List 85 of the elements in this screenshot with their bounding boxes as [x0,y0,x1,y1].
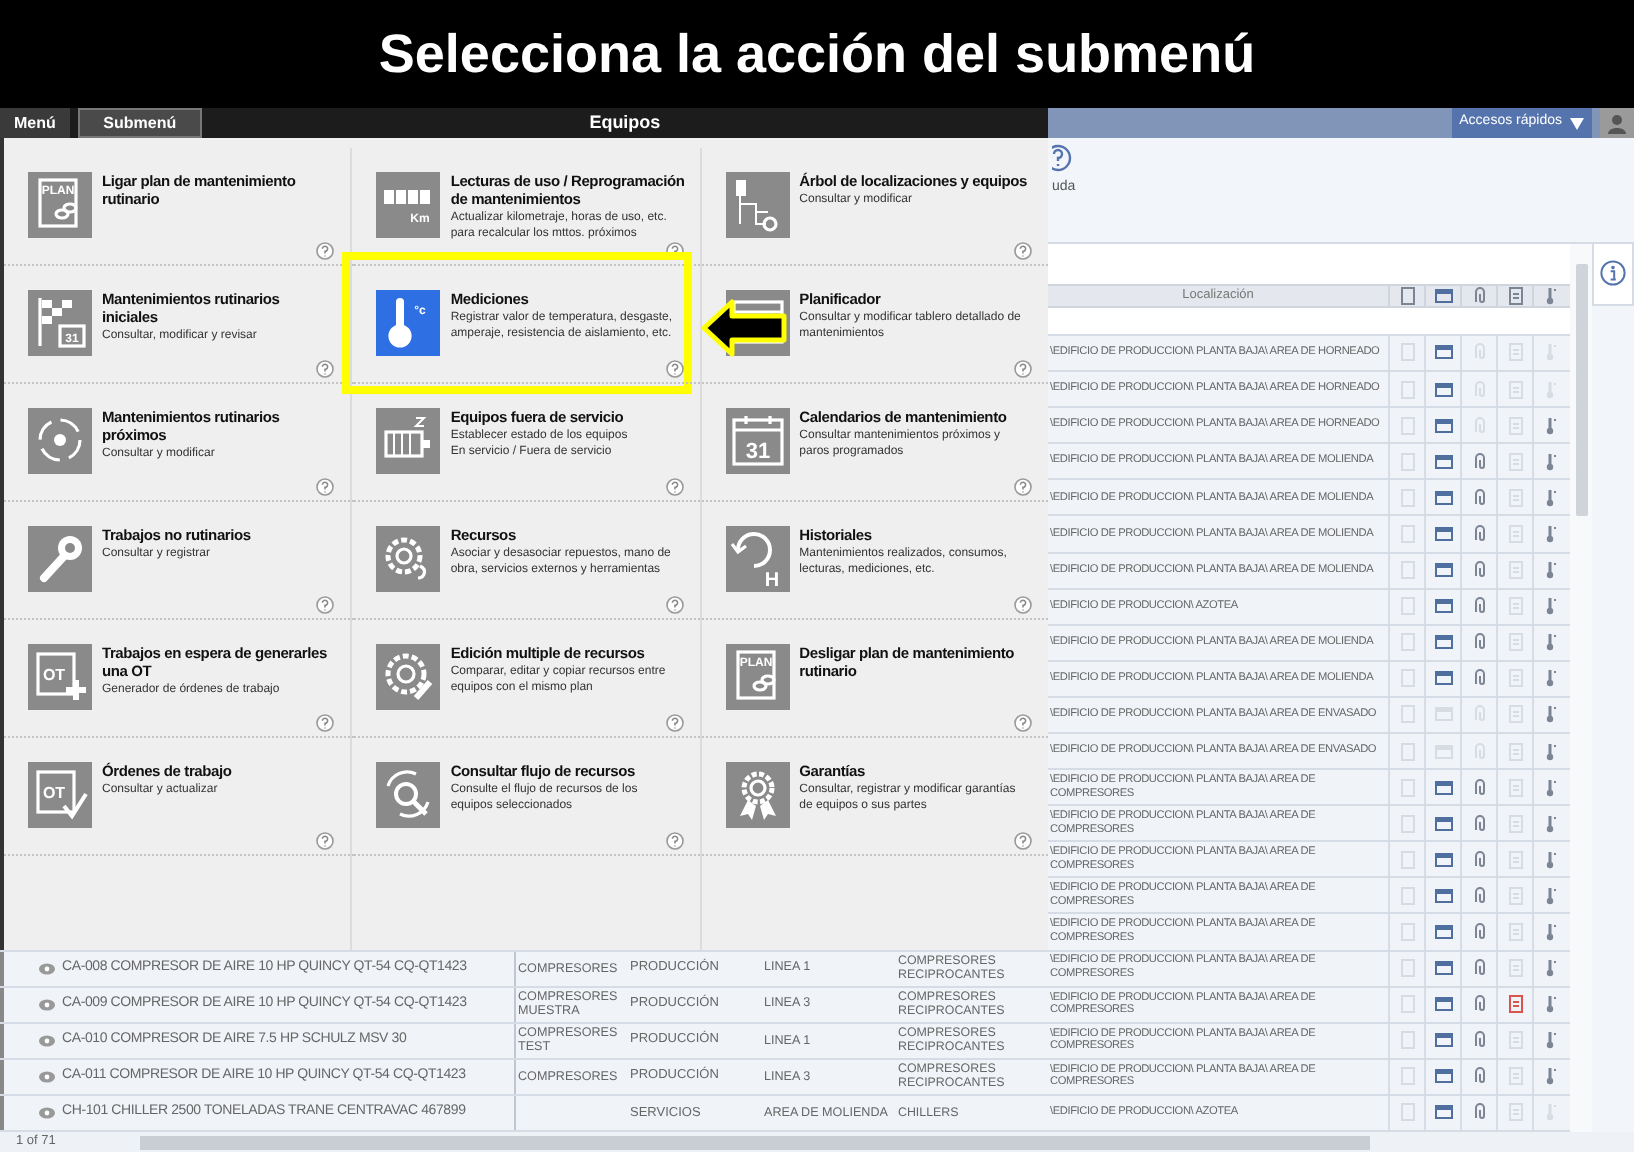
window-icon[interactable] [1433,849,1453,870]
info-icon[interactable] [1600,260,1626,287]
scrollbar-thumb[interactable] [1575,263,1587,516]
window-icon[interactable] [1433,523,1453,544]
clip-icon[interactable] [1469,560,1489,581]
help-icon[interactable] [316,477,335,496]
clip-icon[interactable] [1469,285,1489,306]
submenu-tab[interactable]: Submenú [77,108,202,138]
clip-icon[interactable] [1469,849,1489,870]
clip-icon[interactable] [1469,596,1489,617]
clip-icon[interactable] [1469,777,1489,798]
help-icon[interactable] [316,359,335,378]
menu-tab[interactable]: Menú [0,108,74,138]
window-icon[interactable] [1433,415,1453,436]
help-icon[interactable] [316,713,335,732]
eye-icon[interactable] [37,1069,55,1084]
window-icon[interactable] [1433,958,1453,979]
help-icon[interactable] [665,595,684,614]
book-icon[interactable] [1397,285,1417,306]
help-icon[interactable] [665,831,684,850]
user-button[interactable] [1600,108,1634,138]
callout-arrow [700,297,789,358]
clip-icon[interactable] [1469,994,1489,1015]
clip-icon[interactable] [1469,632,1489,653]
clip-icon[interactable] [1469,415,1489,436]
help-icon[interactable] [316,241,335,260]
eye-icon[interactable] [37,1105,55,1120]
clip-icon[interactable] [1469,668,1489,689]
help-icon[interactable] [665,713,684,732]
help-icon[interactable] [1052,143,1076,172]
clip-icon[interactable] [1469,704,1489,725]
clip-icon[interactable] [1469,379,1489,400]
help-icon[interactable] [665,359,684,378]
window-icon[interactable] [1433,813,1453,834]
help-icon[interactable] [316,595,335,614]
window-icon[interactable] [1433,596,1453,617]
window-icon[interactable] [1433,668,1453,689]
window-icon[interactable] [1433,1066,1453,1087]
clip-icon[interactable] [1469,1102,1489,1123]
menu-title: Equipos [589,109,661,136]
clip-icon[interactable] [1469,885,1489,906]
help-icon[interactable] [1013,477,1032,496]
window-icon[interactable] [1433,451,1453,472]
banner-title: Selecciona la acción del submenú [378,21,1256,88]
window-icon[interactable] [1433,285,1453,306]
window-icon[interactable] [1433,560,1453,581]
help-icon[interactable] [1013,241,1032,260]
eye-icon[interactable] [37,997,55,1012]
document-plus-icon: OT [28,643,92,710]
help-icon[interactable] [1013,831,1032,850]
window-icon[interactable] [1433,994,1453,1015]
clip-icon[interactable] [1469,1066,1489,1087]
window-icon[interactable] [1433,1102,1453,1123]
document-icon[interactable] [1505,994,1525,1015]
calendar-icon: 31 [725,407,790,474]
user-icon [1608,113,1626,134]
horizontal-scrollbar-thumb[interactable] [140,1135,1370,1149]
window-icon[interactable] [1433,379,1453,400]
window-icon[interactable] [1433,487,1453,508]
clip-icon[interactable] [1469,1030,1489,1051]
help-icon[interactable] [1013,595,1032,614]
window-icon[interactable] [1433,777,1453,798]
eye-icon[interactable] [37,1033,55,1048]
clip-icon[interactable] [1469,813,1489,834]
document-icon[interactable] [1505,285,1525,306]
window-icon[interactable] [1433,885,1453,906]
clip-icon[interactable] [1469,741,1489,762]
help-icon[interactable] [316,831,335,850]
clip-icon[interactable] [1469,523,1489,544]
window-icon[interactable] [1433,342,1453,363]
window-icon[interactable] [1433,1030,1453,1051]
help-icon[interactable] [665,477,684,496]
help-icon[interactable] [1013,713,1032,732]
clip-icon[interactable] [1469,342,1489,363]
document-check-icon: OT [28,761,92,828]
eye-icon[interactable] [37,961,55,976]
window-icon[interactable] [1433,632,1453,653]
help-icon[interactable] [1013,359,1032,378]
clip-icon[interactable] [1469,487,1489,508]
clip-icon[interactable] [1469,451,1489,472]
window-icon[interactable] [1433,921,1453,942]
caret-icon [1570,117,1584,130]
clip-icon[interactable] [1469,958,1489,979]
clip-icon[interactable] [1469,921,1489,942]
history-icon: H [725,525,790,592]
